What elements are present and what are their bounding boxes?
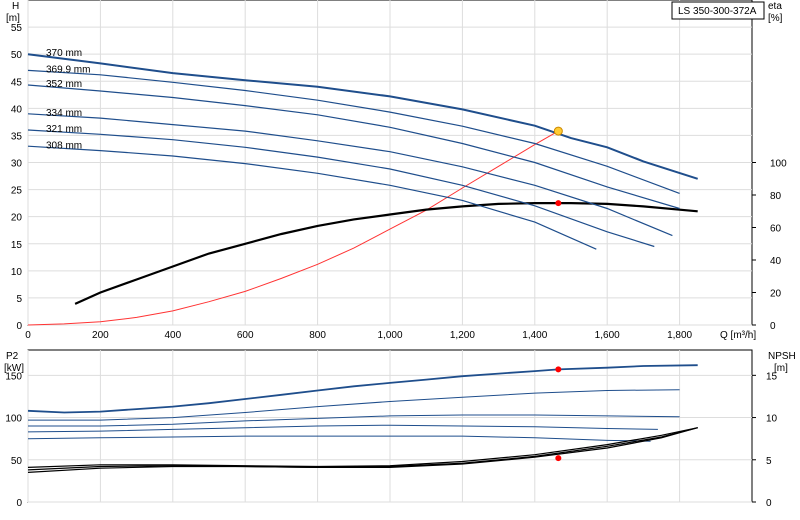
pump-performance-chart: 0 200 400 600 800 1,000 1,200 1,400 1,600 1,80005… (4, 0, 796, 509)
model-label: LS 350-300-372A (678, 6, 757, 17)
npsh-tick-label: 5 (766, 456, 772, 467)
x-axis-label: Q [m³/h] (720, 330, 756, 341)
p2-axis-label: P2 (6, 351, 19, 362)
h-axis-unit: [m] (6, 13, 20, 24)
eta-tick-label: 100 (770, 159, 787, 170)
impeller-diameter-label: 334 mm (46, 108, 82, 119)
x-tick-label: 1,000 (377, 330, 402, 341)
npsh-tick-label: 10 (766, 414, 778, 425)
h-tick-label: 40 (11, 104, 23, 115)
h-tick-label: 55 (11, 23, 23, 34)
operating-point-power (555, 366, 562, 373)
h-tick-label: 10 (11, 267, 23, 278)
p2-axis-unit: [kW] (4, 363, 24, 374)
x-tick-label: 0 (25, 330, 31, 341)
h-tick-label: 30 (11, 159, 23, 170)
x-tick-label: 1,200 (450, 330, 475, 341)
eta-tick-label: 20 (770, 289, 782, 300)
h-tick-label: 20 (11, 213, 23, 224)
p2-tick-label: 50 (11, 456, 23, 467)
x-tick-label: 800 (309, 330, 326, 341)
h-tick-label: 50 (11, 50, 23, 61)
impeller-diameter-label: 370 mm (46, 48, 82, 59)
x-tick-label: 600 (237, 330, 254, 341)
operating-point-head (553, 126, 563, 136)
impeller-diameter-label: 352 mm (46, 79, 82, 90)
h-axis-label: H (12, 1, 19, 12)
x-tick-label: 1,400 (522, 330, 547, 341)
h-tick-label: 0 (16, 321, 22, 332)
x-tick-label: 200 (92, 330, 109, 341)
eta-tick-label: 80 (770, 191, 782, 202)
h-tick-label: 5 (16, 294, 22, 305)
h-tick-label: 45 (11, 77, 23, 88)
operating-point-efficiency (555, 200, 562, 207)
eta-tick-label: 40 (770, 256, 782, 267)
npsh-axis-unit: [m] (774, 363, 788, 374)
impeller-diameter-label: 308 mm (46, 140, 82, 151)
power-npsh-panel: 050100150051015 (5, 349, 778, 509)
h-tick-label: 35 (11, 131, 23, 142)
h-tick-label: 15 (11, 240, 23, 251)
head-efficiency-panel: 0 200 400 600 800 1,000 1,200 1,400 1,600 1,80005… (11, 0, 787, 341)
p2-tick-label: 100 (5, 414, 22, 425)
eta-axis-label: eta (768, 1, 782, 12)
x-tick-label: 1,800 (667, 330, 692, 341)
x-tick-label: 1,600 (595, 330, 620, 341)
npsh-axis-label: NPSH (768, 351, 796, 362)
eta-tick-label: 60 (770, 224, 782, 235)
x-tick-label: 400 (164, 330, 181, 341)
operating-point-npsh (555, 455, 562, 462)
p2-tick-label: 0 (16, 498, 22, 509)
h-tick-label: 25 (11, 186, 23, 197)
impeller-diameter-label: 321 mm (46, 124, 82, 135)
eta-tick-label: 0 (770, 321, 776, 332)
impeller-diameter-label: 369.9 mm (46, 64, 90, 75)
eta-axis-unit: [%] (768, 13, 783, 24)
npsh-tick-label: 0 (766, 498, 772, 509)
